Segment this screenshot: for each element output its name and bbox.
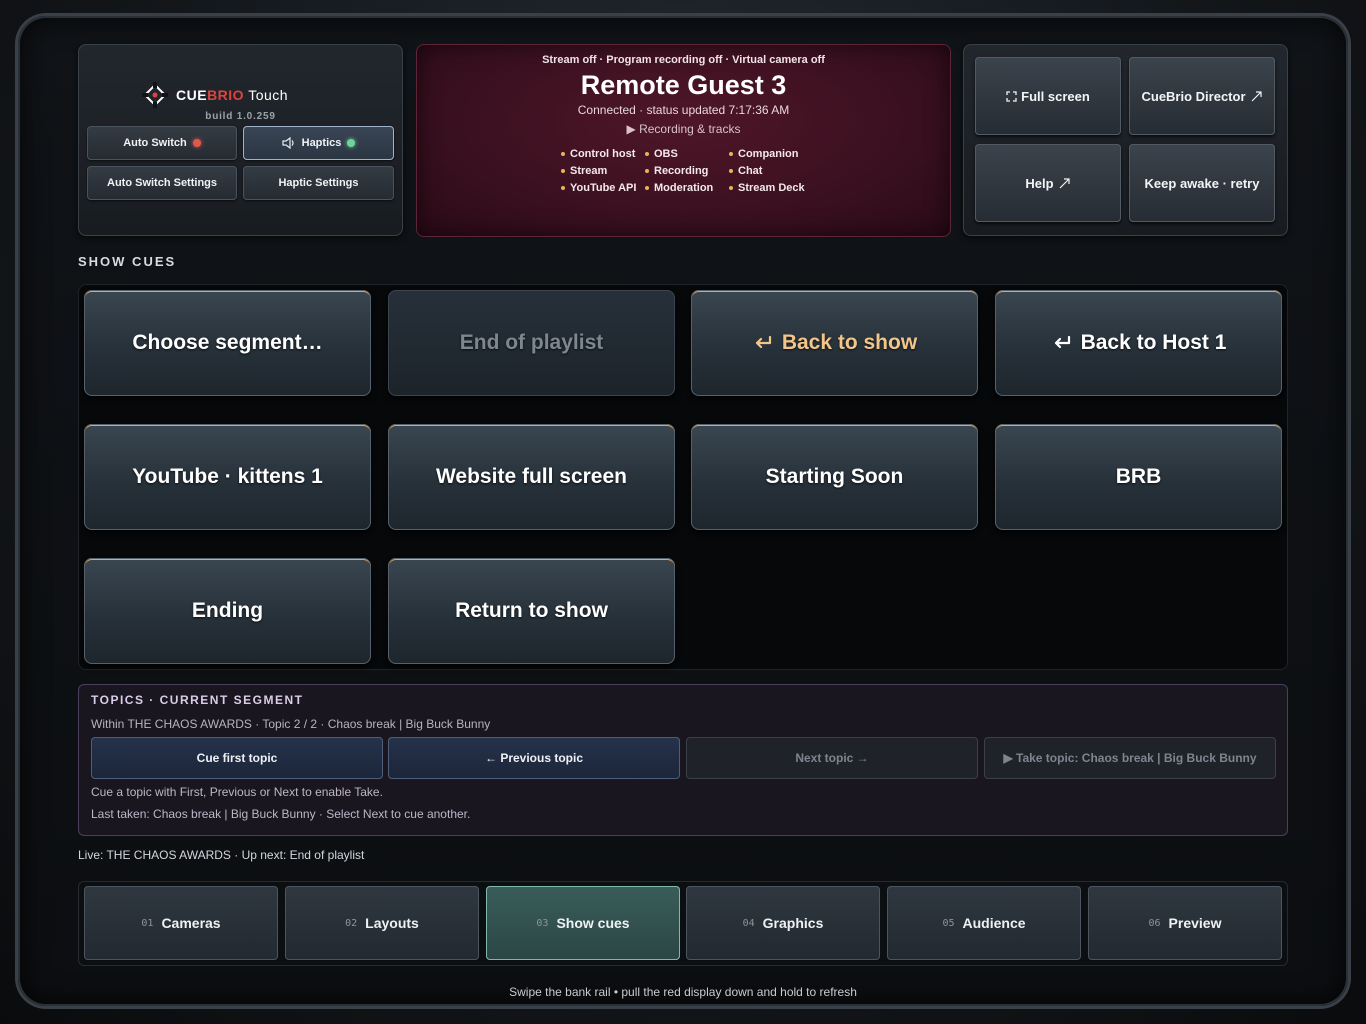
previous-topic-button[interactable]: ← Previous topic <box>388 737 680 779</box>
auto-switch-settings-button[interactable]: Auto Switch Settings <box>87 166 237 200</box>
cuebrio-logo: CUEBRIO Touch <box>142 82 288 108</box>
tab-graphics[interactable]: 04 Graphics <box>686 886 880 960</box>
topics-subtitle: Within THE CHAOS AWARDS · Topic 2 / 2 · … <box>91 717 491 731</box>
links-panel: Full screen CueBrio Director Help Keep a… <box>963 44 1288 236</box>
cue-youtube-kittens-1[interactable]: YouTube · kittens 1 <box>84 424 371 530</box>
help-button[interactable]: Help <box>975 144 1121 222</box>
cue-brb[interactable]: BRB <box>995 424 1282 530</box>
cue-first-topic-button[interactable]: Cue first topic <box>91 737 383 779</box>
build-version: build 1.0.259 <box>205 111 276 122</box>
gesture-hint: Swipe the bank rail • pull the red displ… <box>509 985 857 999</box>
show-cues-grid: Choose segment… End of playlist Back to … <box>78 284 1288 670</box>
tab-cameras[interactable]: 01 Cameras <box>84 886 278 960</box>
haptics-button[interactable]: Haptics <box>243 126 394 160</box>
fullscreen-icon <box>1006 90 1017 102</box>
indicator-stream-deck: Stream Deck <box>729 182 821 194</box>
brand-panel: CUEBRIO Touch build 1.0.259 Auto Switch … <box>78 44 403 236</box>
cuebrio-director-button[interactable]: CueBrio Director <box>1129 57 1275 135</box>
service-indicators: Control host OBS Companion Stream Record… <box>561 148 821 194</box>
indicator-youtube-api: YouTube API <box>561 182 645 194</box>
topics-last-taken: Last taken: Chaos break | Big Buck Bunny… <box>91 807 471 821</box>
cue-choose-segment[interactable]: Choose segment… <box>84 290 371 396</box>
return-arrow-icon <box>1054 335 1070 349</box>
next-topic-button[interactable]: Next topic → <box>686 737 978 779</box>
show-cues-heading: SHOW CUES <box>78 254 177 269</box>
topics-panel: TOPICS · CURRENT SEGMENT Within THE CHAO… <box>78 684 1288 836</box>
indicator-stream: Stream <box>561 165 645 177</box>
speaker-icon <box>282 137 294 149</box>
external-link-icon <box>1251 90 1262 101</box>
logo-text: CUEBRIO Touch <box>176 87 289 103</box>
live-status-line: Live: THE CHAOS AWARDS · Up next: End of… <box>78 848 365 862</box>
tab-show-cues[interactable]: 03 Show cues <box>486 886 680 960</box>
full-screen-button[interactable]: Full screen <box>975 57 1121 135</box>
crosshair-logo-icon <box>142 82 168 108</box>
tab-preview[interactable]: 06 Preview <box>1088 886 1282 960</box>
take-topic-button[interactable]: ▶ Take topic: Chaos break | Big Buck Bun… <box>984 737 1276 779</box>
return-arrow-icon <box>755 335 771 349</box>
external-link-icon <box>1059 177 1070 188</box>
cue-return-to-show[interactable]: Return to show <box>388 558 675 664</box>
cue-back-to-host-1[interactable]: Back to Host 1 <box>995 290 1282 396</box>
indicator-recording: Recording <box>645 165 729 177</box>
auto-switch-status-dot <box>192 139 201 147</box>
indicator-obs: OBS <box>645 148 729 160</box>
cue-back-to-show[interactable]: Back to show <box>691 290 978 396</box>
status-display[interactable]: Stream off · Program recording off · Vir… <box>416 44 951 237</box>
indicator-moderation: Moderation <box>645 182 729 194</box>
current-guest-name: Remote Guest 3 <box>580 70 787 100</box>
keep-awake-button[interactable]: Keep awake · retry <box>1129 144 1275 222</box>
tab-audience[interactable]: 05 Audience <box>887 886 1081 960</box>
recording-tracks-toggle[interactable]: ▶ Recording & tracks <box>416 122 951 136</box>
tab-layouts[interactable]: 02 Layouts <box>285 886 479 960</box>
indicator-companion: Companion <box>729 148 821 160</box>
topics-heading: TOPICS · CURRENT SEGMENT <box>91 693 304 707</box>
cue-end-of-playlist[interactable]: End of playlist <box>388 290 675 396</box>
haptics-status-dot <box>347 139 356 147</box>
indicator-chat: Chat <box>729 165 821 177</box>
topics-hint: Cue a topic with First, Previous or Next… <box>91 785 383 799</box>
cue-ending[interactable]: Ending <box>84 558 371 664</box>
connection-status: Connected · status updated 7:17:36 AM <box>577 103 790 117</box>
bank-rail: 01 Cameras 02 Layouts 03 Show cues 04 Graphi… <box>78 881 1288 966</box>
auto-switch-button[interactable]: Auto Switch <box>87 126 237 160</box>
haptic-settings-button[interactable]: Haptic Settings <box>243 166 394 200</box>
cue-starting-soon[interactable]: Starting Soon <box>691 424 978 530</box>
cue-website-full-screen[interactable]: Website full screen <box>388 424 675 530</box>
indicator-control-host: Control host <box>561 148 645 160</box>
stream-status-line: Stream off · Program recording off · Vir… <box>542 54 825 66</box>
